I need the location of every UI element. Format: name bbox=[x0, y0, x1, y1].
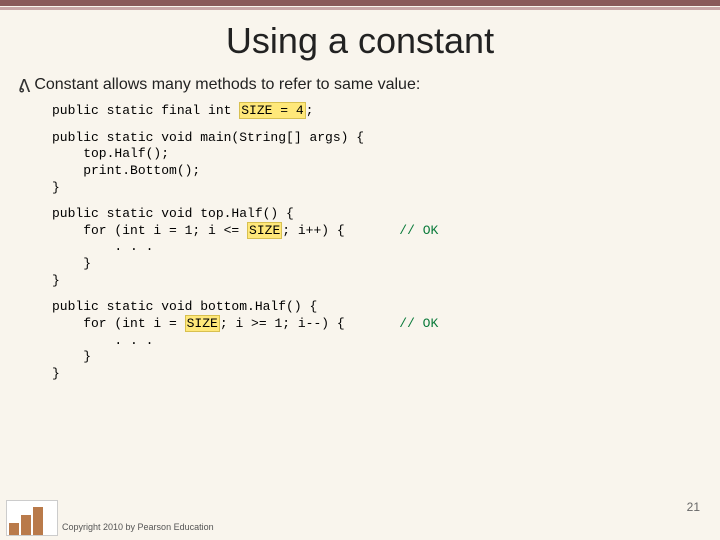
code-highlight-size-2: SIZE bbox=[185, 315, 220, 332]
code-constant-decl: public static final int SIZE = 4; bbox=[52, 103, 720, 120]
code-highlight-size-1: SIZE bbox=[247, 222, 282, 239]
footer-thumbnail bbox=[6, 500, 58, 536]
slide: Using a constant ᕕ Constant allows many … bbox=[0, 0, 720, 540]
code-text: . . . } } bbox=[52, 239, 153, 287]
code-text: public static final int bbox=[52, 103, 239, 118]
code-text: ; i++) { bbox=[282, 223, 399, 238]
bullet-row: ᕕ Constant allows many methods to refer … bbox=[18, 74, 710, 97]
slide-title: Using a constant bbox=[0, 20, 720, 62]
thumb-bar bbox=[9, 523, 19, 535]
code-comment-ok-2: // OK bbox=[399, 316, 438, 331]
thumb-bar bbox=[21, 515, 31, 535]
thumb-bar bbox=[33, 507, 43, 535]
code-text: . . . } } bbox=[52, 333, 153, 381]
code-text: ; bbox=[306, 103, 314, 118]
page-number: 21 bbox=[687, 500, 700, 514]
code-tophalf: public static void top.Half() { for (int… bbox=[52, 206, 720, 289]
accent-bar-1 bbox=[0, 0, 720, 6]
code-comment-ok-1: // OK bbox=[399, 223, 438, 238]
accent-bar-2 bbox=[0, 7, 720, 10]
copyright-text: Copyright 2010 by Pearson Education bbox=[62, 522, 214, 532]
bullet-icon: ᕕ bbox=[18, 76, 30, 97]
code-main: public static void main(String[] args) {… bbox=[52, 130, 720, 197]
code-highlight-decl: SIZE = 4 bbox=[239, 102, 305, 119]
bullet-text: Constant allows many methods to refer to… bbox=[34, 74, 420, 96]
code-text: ; i >= 1; i--) { bbox=[220, 316, 399, 331]
code-bottomhalf: public static void bottom.Half() { for (… bbox=[52, 299, 720, 382]
